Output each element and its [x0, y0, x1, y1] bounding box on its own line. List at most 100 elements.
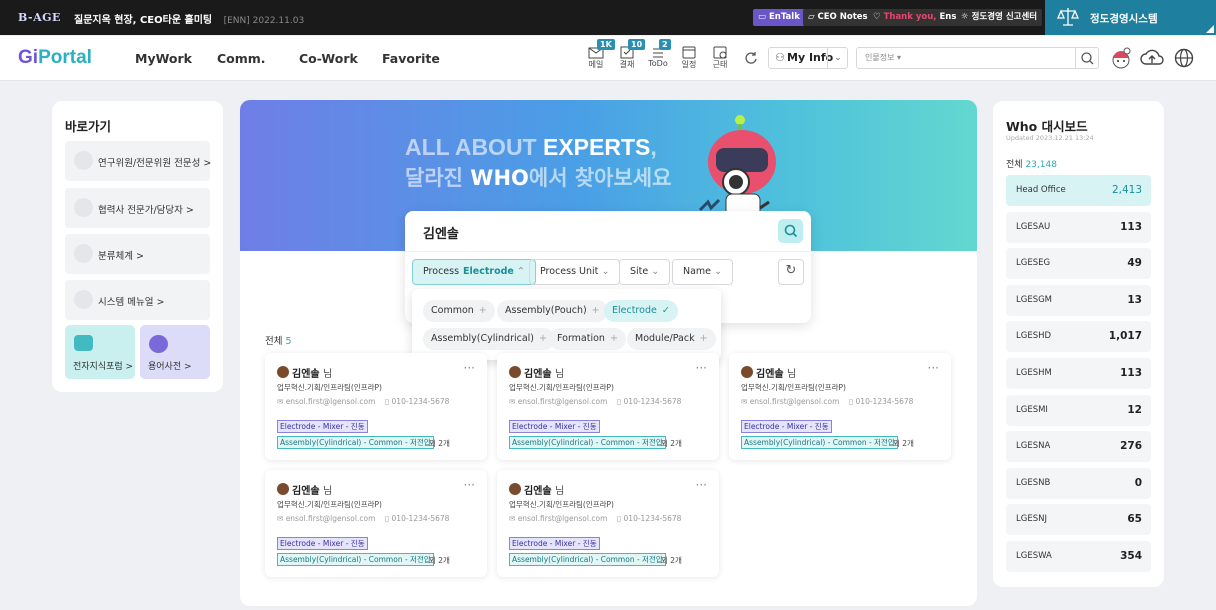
phone-icon: ▯: [385, 397, 390, 406]
expert-email[interactable]: ✉ ensol.first@lgensol.com: [741, 397, 839, 406]
nav-mywork[interactable]: MyWork: [135, 51, 192, 66]
more-tags-count[interactable]: 외 2개: [661, 555, 682, 566]
refresh-icon[interactable]: [744, 51, 758, 65]
expert-email[interactable]: ✉ ensol.first@lgensol.com: [509, 514, 607, 523]
expert-card[interactable]: 김엔솔 님 ··· 업무혁신.기획/인프라팀(인프라P) ✉ ensol.first@…: [265, 470, 487, 577]
heart-icon: ♡: [873, 12, 881, 22]
expertise-tag[interactable]: Electrode - Mixer - 진동: [741, 420, 832, 433]
expert-name[interactable]: 김엔솔 님: [524, 482, 564, 497]
dashboard-row[interactable]: LGESHM 113: [1006, 358, 1151, 389]
bage-logo[interactable]: B-AGE: [18, 11, 61, 24]
search-submit-button[interactable]: [778, 219, 803, 243]
more-tags-count[interactable]: 외 2개: [429, 438, 450, 449]
nav-cowork[interactable]: Co-Work: [299, 51, 358, 66]
expertise-tag[interactable]: Assembly(Cylindrical) - Common - 저전압: [277, 553, 434, 566]
thank-you-button[interactable]: ♡ Thank you, Ensol: [868, 9, 971, 26]
search-button[interactable]: [1075, 48, 1099, 68]
expertise-tag[interactable]: Electrode - Mixer - 진동: [277, 420, 368, 433]
my-info-button[interactable]: ⚇ My Info ⌄: [768, 47, 848, 69]
expertise-tag[interactable]: Assembly(Cylindrical) - Common - 저전압: [741, 436, 898, 449]
avatar: [277, 366, 289, 378]
ethics-system-link[interactable]: 정도경영시스템: [1045, 0, 1216, 35]
shortcut-taxonomy[interactable]: 분류체계 >: [65, 234, 210, 274]
lightbulb-icon: [74, 198, 93, 217]
dashboard-row[interactable]: LGESHD 1,017: [1006, 321, 1151, 353]
more-icon[interactable]: ···: [696, 361, 707, 375]
more-tags-count[interactable]: 외 2개: [893, 438, 914, 449]
expert-email[interactable]: ✉ ensol.first@lgensol.com: [277, 514, 375, 523]
quick-mail[interactable]: 1K 메일: [583, 39, 615, 70]
expert-card[interactable]: 김엔솔 님 ··· 업무혁신.기획/인프라팀(인프라P) ✉ ensol.first@…: [729, 353, 951, 460]
forum-button[interactable]: 전자지식포럼 >: [65, 325, 135, 379]
option-assembly-pouch[interactable]: Assembly(Pouch) +: [497, 300, 608, 322]
ceo-notes-button[interactable]: ▱ CEO Notes: [803, 9, 873, 26]
more-icon[interactable]: ···: [928, 361, 939, 375]
more-icon[interactable]: ···: [464, 478, 475, 492]
expert-card[interactable]: 김엔솔 님 ··· 업무혁신.기획/인프라팀(인프라P) ✉ ensol.first@…: [497, 353, 719, 460]
dashboard-row[interactable]: LGESNJ 65: [1006, 504, 1151, 536]
expert-card[interactable]: 김엔솔 님 ··· 업무혁신.기획/인프라팀(인프라P) ✉ ensol.first@…: [265, 353, 487, 460]
shortcut-partner[interactable]: 협력사 전문가/담당자 >: [65, 188, 210, 228]
dashboard-row[interactable]: LGESNB 0: [1006, 467, 1151, 499]
quick-schedule[interactable]: 일정: [676, 45, 702, 70]
expertise-tag[interactable]: Assembly(Cylindrical) - Common - 저전압: [509, 553, 666, 566]
more-tags-count[interactable]: 외 2개: [661, 438, 682, 449]
dashboard-row[interactable]: LGESMI 12: [1006, 394, 1151, 426]
quick-approval[interactable]: 10 결재: [614, 39, 646, 70]
shortcut-research[interactable]: 연구위원/전문위원 전문성 >: [65, 141, 211, 181]
notice-link[interactable]: 질문지옥 현장, CEO타운 홀미팅 [ENN] 2022.11.03: [74, 11, 304, 26]
search-query[interactable]: 김엔솔: [423, 223, 459, 242]
dashboard-row[interactable]: LGESWA 354: [1006, 541, 1151, 572]
dashboard-row[interactable]: LGESAU 113: [1006, 211, 1151, 243]
report-center-button[interactable]: ☼ 정도경영 신고센터: [956, 9, 1043, 26]
people-search-field[interactable]: 인물정보 ▾: [856, 47, 1099, 69]
chevron-down-icon[interactable]: ⌄: [827, 48, 848, 68]
shortcut-manual[interactable]: 시스템 메뉴얼 >: [65, 280, 210, 320]
search-scope-select[interactable]: 인물정보 ▾: [865, 52, 901, 63]
dictionary-button[interactable]: 용어사전 >: [140, 325, 210, 379]
dashboard-row[interactable]: LGESGM 13: [1006, 284, 1151, 316]
phone-icon: ▯: [849, 397, 854, 406]
option-electrode[interactable]: Electrode ✓: [604, 300, 678, 322]
expertise-tag[interactable]: Assembly(Cylindrical) - Common - 저전압: [277, 436, 434, 449]
avatar-icon[interactable]: [1110, 47, 1132, 69]
expert-email[interactable]: ✉ ensol.first@lgensol.com: [509, 397, 607, 406]
mail-icon: ✉: [277, 514, 284, 523]
more-tags-count[interactable]: 외 2개: [429, 555, 450, 566]
expert-email[interactable]: ✉ ensol.first@lgensol.com: [277, 397, 375, 406]
quick-todo[interactable]: 2 ToDo: [645, 39, 671, 68]
expertise-tag[interactable]: Assembly(Cylindrical) - Common - 저전압: [509, 436, 666, 449]
filter-site[interactable]: Site ⌄: [619, 259, 671, 285]
option-assembly-cylindrical[interactable]: Assembly(Cylindrical) +: [423, 328, 555, 350]
cloud-upload-icon[interactable]: [1140, 48, 1164, 68]
mail-icon: ✉: [509, 514, 516, 523]
entalk-button[interactable]: ▭ EnTalk: [753, 9, 805, 26]
dashboard-row[interactable]: Head Office 2,413: [1006, 175, 1151, 206]
option-formation[interactable]: Formation +: [549, 328, 626, 350]
option-common[interactable]: Common +: [423, 300, 495, 322]
dashboard-row[interactable]: LGESNA 276: [1006, 431, 1151, 463]
filter-process[interactable]: Process Electrode ⌃: [412, 259, 536, 285]
reset-filters-button[interactable]: ↻: [778, 259, 804, 285]
expertise-tag[interactable]: Electrode - Mixer - 진동: [277, 537, 368, 550]
more-icon[interactable]: ···: [696, 478, 707, 492]
globe-icon[interactable]: [1174, 48, 1194, 68]
filter-name[interactable]: Name ⌄: [672, 259, 734, 285]
expert-card[interactable]: 김엔솔 님 ··· 업무혁신.기획/인프라팀(인프라P) ✉ ensol.first@…: [497, 470, 719, 577]
portal-logo[interactable]: GiPortal: [18, 47, 92, 69]
expert-name[interactable]: 김엔솔 님: [292, 482, 332, 497]
option-module-pack[interactable]: Module/Pack +: [627, 328, 716, 350]
quick-attendance[interactable]: 근태: [707, 45, 733, 70]
expertise-tag[interactable]: Electrode - Mixer - 진동: [509, 537, 600, 550]
ceo-notes-label: CEO Notes: [817, 12, 868, 22]
dashboard-row[interactable]: LGESEG 49: [1006, 248, 1151, 280]
expert-name[interactable]: 김엔솔 님: [292, 365, 332, 380]
nav-comm[interactable]: Comm.: [217, 51, 266, 66]
filter-process-unit[interactable]: Process Unit ⌄: [529, 259, 621, 285]
expert-name[interactable]: 김엔솔 님: [756, 365, 796, 380]
nav-favorite[interactable]: Favorite: [382, 51, 440, 66]
more-icon[interactable]: ···: [464, 361, 475, 375]
expertise-tag[interactable]: Electrode - Mixer - 진동: [509, 420, 600, 433]
process-dropdown: Common + Assembly(Pouch) + Electrode ✓ Asse…: [412, 289, 721, 360]
expert-name[interactable]: 김엔솔 님: [524, 365, 564, 380]
